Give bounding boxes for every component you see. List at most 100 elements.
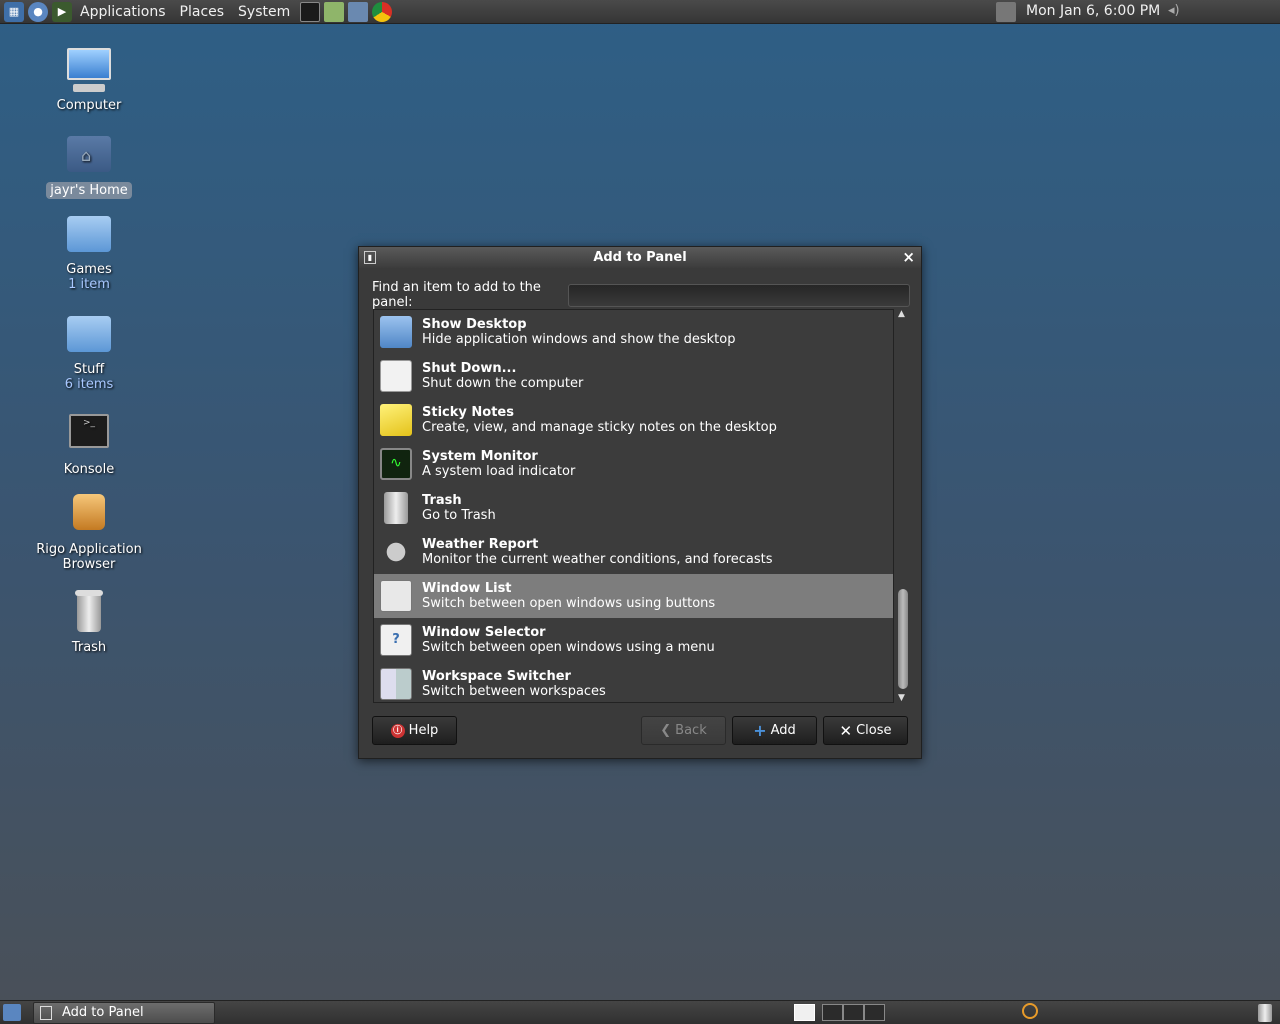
desktop-icon-konsole[interactable]: >_ Konsole [34, 410, 144, 477]
show-desktop-icon[interactable] [3, 1004, 21, 1021]
trash-applet-icon[interactable] [1258, 1004, 1272, 1022]
trash-icon [65, 588, 113, 636]
menu-applications[interactable]: Applications [80, 4, 166, 20]
dialog-titlebar[interactable]: ▮ Add to Panel × [359, 247, 921, 268]
list-item[interactable]: Show Desktop Hide application windows and… [374, 310, 893, 354]
desktop-icon-label: Trash [71, 640, 107, 655]
list-item[interactable]: Window List Switch between open windows u… [374, 574, 893, 618]
workspace-4[interactable] [864, 1004, 885, 1021]
back-arrow-icon: ❮ [660, 723, 672, 738]
item-desc: Switch between open windows using button… [422, 596, 716, 611]
item-name: Show Desktop [422, 317, 527, 332]
close-button[interactable]: ✕ Close [823, 716, 908, 745]
desktop-icon-home[interactable]: ⌂ jayr's Home [34, 130, 144, 199]
back-button[interactable]: ❮ Back [641, 716, 726, 745]
desktop-icon-sublabel: 6 items [64, 377, 114, 392]
workspace-3[interactable] [843, 1004, 864, 1021]
item-name: Window Selector [422, 625, 546, 640]
desktop-icon-label: Games [66, 262, 112, 277]
scroll-down-arrow-icon[interactable]: ▼ [898, 693, 905, 703]
find-row: Find an item to add to the panel: [372, 280, 910, 310]
item-name: Window List [422, 581, 512, 596]
desktop-icon-label: Rigo Application Browser [36, 542, 142, 572]
top-panel: ▦ ● ▶ Applications Places System Mon Jan… [0, 0, 1280, 24]
computer-icon [65, 46, 113, 94]
list-item[interactable]: Weather Report Monitor the current weathe… [374, 530, 893, 574]
desktop-icon-label: jayr's Home [46, 182, 132, 199]
item-name: Weather Report [422, 537, 539, 552]
search-input[interactable] [568, 283, 910, 307]
dialog-title: Add to Panel [593, 250, 687, 265]
desktop-icon-stuff[interactable]: Stuff 6 items [34, 310, 144, 392]
workspace-2[interactable] [822, 1004, 843, 1021]
window-selector-icon: ? [380, 624, 412, 656]
menu-places[interactable]: Places [180, 4, 225, 20]
media-launcher-icon[interactable]: ▶ [52, 1, 72, 22]
terminal-icon: >_ [65, 410, 113, 458]
workspace-switcher-icon [380, 668, 412, 700]
bottom-panel: Add to Panel [0, 1000, 1280, 1024]
file-manager-launcher-icon[interactable] [324, 1, 345, 22]
scroll-up-arrow-icon[interactable]: ▲ [898, 309, 905, 319]
list-item[interactable]: ? Window Selector Switch between open win… [374, 618, 893, 662]
menu-system[interactable]: System [238, 4, 290, 20]
home-folder-icon: ⌂ [65, 130, 113, 178]
window-list-icon [380, 580, 412, 612]
find-label: Find an item to add to the panel: [372, 280, 541, 310]
list-scrollbar[interactable]: ▲ ▼ [897, 309, 909, 703]
network-icon[interactable] [996, 2, 1016, 22]
workspace-1[interactable] [794, 1004, 815, 1021]
chrome-launcher-icon[interactable] [372, 1, 393, 22]
taskbar-button-add-to-panel[interactable]: Add to Panel [33, 1002, 215, 1024]
back-button-label: Back [675, 723, 707, 738]
settings-launcher-icon[interactable] [348, 1, 369, 22]
main-menu-icon[interactable]: ▦ [4, 1, 24, 22]
help-button-label: Help [408, 723, 439, 738]
browser-launcher-icon[interactable]: ● [28, 1, 48, 22]
window-menu-icon[interactable]: ▮ [364, 251, 376, 264]
close-button-label: Close [856, 723, 892, 738]
list-item[interactable]: Trash Go to Trash [374, 486, 893, 530]
trash-icon [384, 492, 408, 524]
desktop-icon-computer[interactable]: Computer [34, 46, 144, 113]
item-name: Sticky Notes [422, 405, 514, 420]
search-icon[interactable] [1022, 1003, 1038, 1019]
help-icon: ⓘ [390, 723, 405, 738]
item-desc: A system load indicator [422, 464, 576, 479]
item-name: Shut Down... [422, 361, 517, 376]
scroll-thumb[interactable] [898, 589, 908, 689]
volume-icon[interactable]: ◂) [1168, 3, 1180, 18]
add-button[interactable]: + Add [732, 716, 817, 745]
item-desc: Go to Trash [422, 508, 496, 523]
close-icon[interactable]: × [902, 247, 915, 268]
desktop-icon-trash[interactable]: Trash [34, 588, 144, 655]
list-item[interactable]: Shut Down... Shut down the computer [374, 354, 893, 398]
list-item[interactable]: ∿ System Monitor A system load indicator [374, 442, 893, 486]
clock[interactable]: Mon Jan 6, 6:00 PM [1026, 3, 1160, 19]
desktop-icon-sublabel: 1 item [68, 277, 110, 292]
terminal-launcher-icon[interactable] [300, 1, 321, 22]
desktop-icon-rigo[interactable]: Rigo Application Browser [34, 490, 144, 572]
list-item[interactable]: Sticky Notes Create, view, and manage sti… [374, 398, 893, 442]
item-name: System Monitor [422, 449, 538, 464]
desktop-icon-label: Computer [56, 98, 122, 113]
help-button[interactable]: ⓘ Help [372, 716, 457, 745]
shutdown-icon [380, 360, 412, 392]
close-x-icon: ✕ [839, 721, 853, 740]
desktop-icon-label: Stuff [73, 362, 105, 377]
desktop-icon-games[interactable]: Games 1 item [34, 210, 144, 292]
folder-icon [65, 210, 113, 258]
item-desc: Hide application windows and show the de… [422, 332, 736, 347]
sticky-notes-icon [380, 404, 412, 436]
item-desc: Create, view, and manage sticky notes on… [422, 420, 777, 435]
item-name: Trash [422, 493, 462, 508]
system-monitor-icon: ∿ [380, 448, 412, 480]
list-item[interactable]: Workspace Switcher Switch between workspa… [374, 662, 893, 702]
item-desc: Shut down the computer [422, 376, 584, 391]
item-desc: Switch between open windows using a menu [422, 640, 715, 655]
add-to-panel-dialog: ▮ Add to Panel × Find an item to add to … [358, 246, 922, 759]
desktop-icon-label: Konsole [63, 462, 115, 477]
items-list[interactable]: Show Desktop Hide application windows and… [373, 309, 894, 703]
taskbar-button-label: Add to Panel [62, 1005, 144, 1020]
weather-icon [380, 536, 412, 568]
